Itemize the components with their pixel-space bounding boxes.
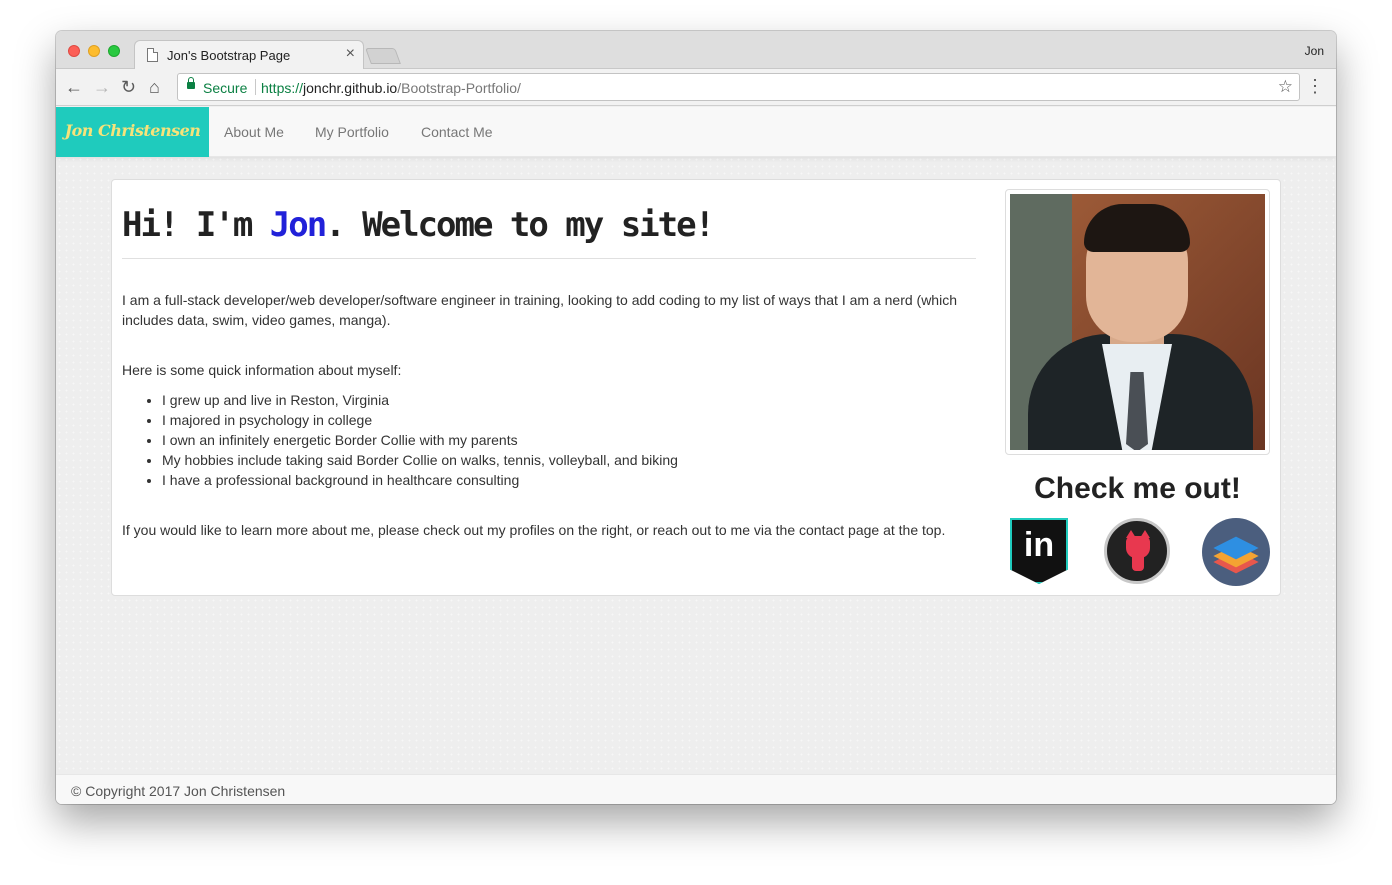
- profile-name[interactable]: Jon: [1305, 44, 1324, 58]
- site-navbar: Jon Christensen About Me My Portfolio Co…: [56, 107, 1336, 157]
- github-cat-head: [1126, 530, 1150, 558]
- linkedin-icon-label: in: [1023, 526, 1055, 564]
- profile-photo-image: [1010, 194, 1265, 450]
- lock-icon: [187, 77, 195, 89]
- check-me-out-heading: Check me out!: [1034, 472, 1241, 505]
- title-divider: [122, 258, 976, 259]
- headline-before: Hi! I'm: [122, 205, 270, 245]
- back-arrow-icon[interactable]: ←: [65, 77, 83, 97]
- url-scheme: https://: [261, 80, 304, 96]
- secure-label: Secure: [203, 80, 248, 96]
- intro-paragraph: I am a full-stack developer/web develope…: [122, 292, 957, 328]
- nav-about-me[interactable]: About Me: [224, 124, 284, 140]
- headline-name: Jon: [269, 205, 327, 245]
- tab-title: Jon's Bootstrap Page: [167, 48, 291, 63]
- browser-tab[interactable]: Jon's Bootstrap Page ×: [134, 40, 364, 70]
- address-divider: [255, 79, 256, 95]
- list-item: I grew up and live in Reston, Virginia: [162, 390, 678, 410]
- github-link[interactable]: [1104, 518, 1170, 584]
- list-item: I own an infinitely energetic Border Col…: [162, 430, 678, 450]
- brand-link[interactable]: Jon Christensen: [56, 107, 209, 157]
- tab-close-icon[interactable]: ×: [346, 45, 355, 63]
- list-item: I have a professional background in heal…: [162, 470, 678, 490]
- title-bar: Jon's Bootstrap Page × Jon: [56, 31, 1336, 70]
- url-host: jonchr.github.io: [303, 80, 398, 96]
- address-bar[interactable]: Secure https://jonchr.github.io/Bootstra…: [177, 73, 1300, 101]
- browser-toolbar: ← → ↻ ⌂ Secure https://jonchr.github.io/…: [56, 69, 1336, 106]
- stackoverflow-icon: [1202, 518, 1270, 586]
- url-text: https://jonchr.github.io/Bootstrap-Portf…: [261, 80, 521, 96]
- linkedin-icon: in: [1010, 518, 1068, 584]
- stackoverflow-link[interactable]: [1202, 518, 1270, 586]
- page-icon: [147, 48, 158, 62]
- list-item: My hobbies include taking said Border Co…: [162, 450, 678, 470]
- maximize-window-button[interactable]: [108, 45, 120, 57]
- browser-menu-icon[interactable]: ⋮: [1306, 76, 1324, 96]
- photo-hair: [1084, 204, 1190, 252]
- linkedin-link[interactable]: in: [1010, 518, 1076, 584]
- nav-contact-me[interactable]: Contact Me: [421, 124, 493, 140]
- home-icon[interactable]: ⌂: [149, 77, 160, 97]
- profile-photo: [1005, 189, 1270, 455]
- close-window-button[interactable]: [68, 45, 80, 57]
- site-footer: © Copyright 2017 Jon Christensen: [56, 774, 1336, 804]
- url-path: /Bootstrap-Portfolio/: [397, 80, 521, 96]
- browser-window: Jon's Bootstrap Page × Jon ← → ↻ ⌂ Secur…: [56, 31, 1336, 804]
- list-item: I majored in psychology in college: [162, 410, 678, 430]
- forward-arrow-icon[interactable]: →: [93, 77, 111, 97]
- copyright-text: © Copyright 2017 Jon Christensen: [71, 783, 286, 799]
- content-panel: Hi! I'm Jon. Welcome to my site! I am a …: [111, 179, 1281, 596]
- bookmark-star-icon[interactable]: ☆: [1278, 77, 1293, 97]
- reload-icon[interactable]: ↻: [121, 77, 136, 97]
- new-tab-button[interactable]: [365, 48, 401, 64]
- facts-list: I grew up and live in Reston, Virginia I…: [162, 390, 678, 490]
- info-heading: Here is some quick information about mys…: [122, 362, 402, 378]
- page-title: Hi! I'm Jon. Welcome to my site!: [122, 205, 715, 245]
- page-viewport: Jon Christensen About Me My Portfolio Co…: [56, 107, 1336, 804]
- outro-paragraph: If you would like to learn more about me…: [122, 522, 946, 538]
- github-icon: [1104, 518, 1170, 584]
- brand-text: Jon Christensen: [64, 121, 201, 140]
- github-cat-body: [1132, 557, 1144, 571]
- headline-after: . Welcome to my site!: [325, 205, 715, 245]
- minimize-window-button[interactable]: [88, 45, 100, 57]
- nav-my-portfolio[interactable]: My Portfolio: [315, 124, 389, 140]
